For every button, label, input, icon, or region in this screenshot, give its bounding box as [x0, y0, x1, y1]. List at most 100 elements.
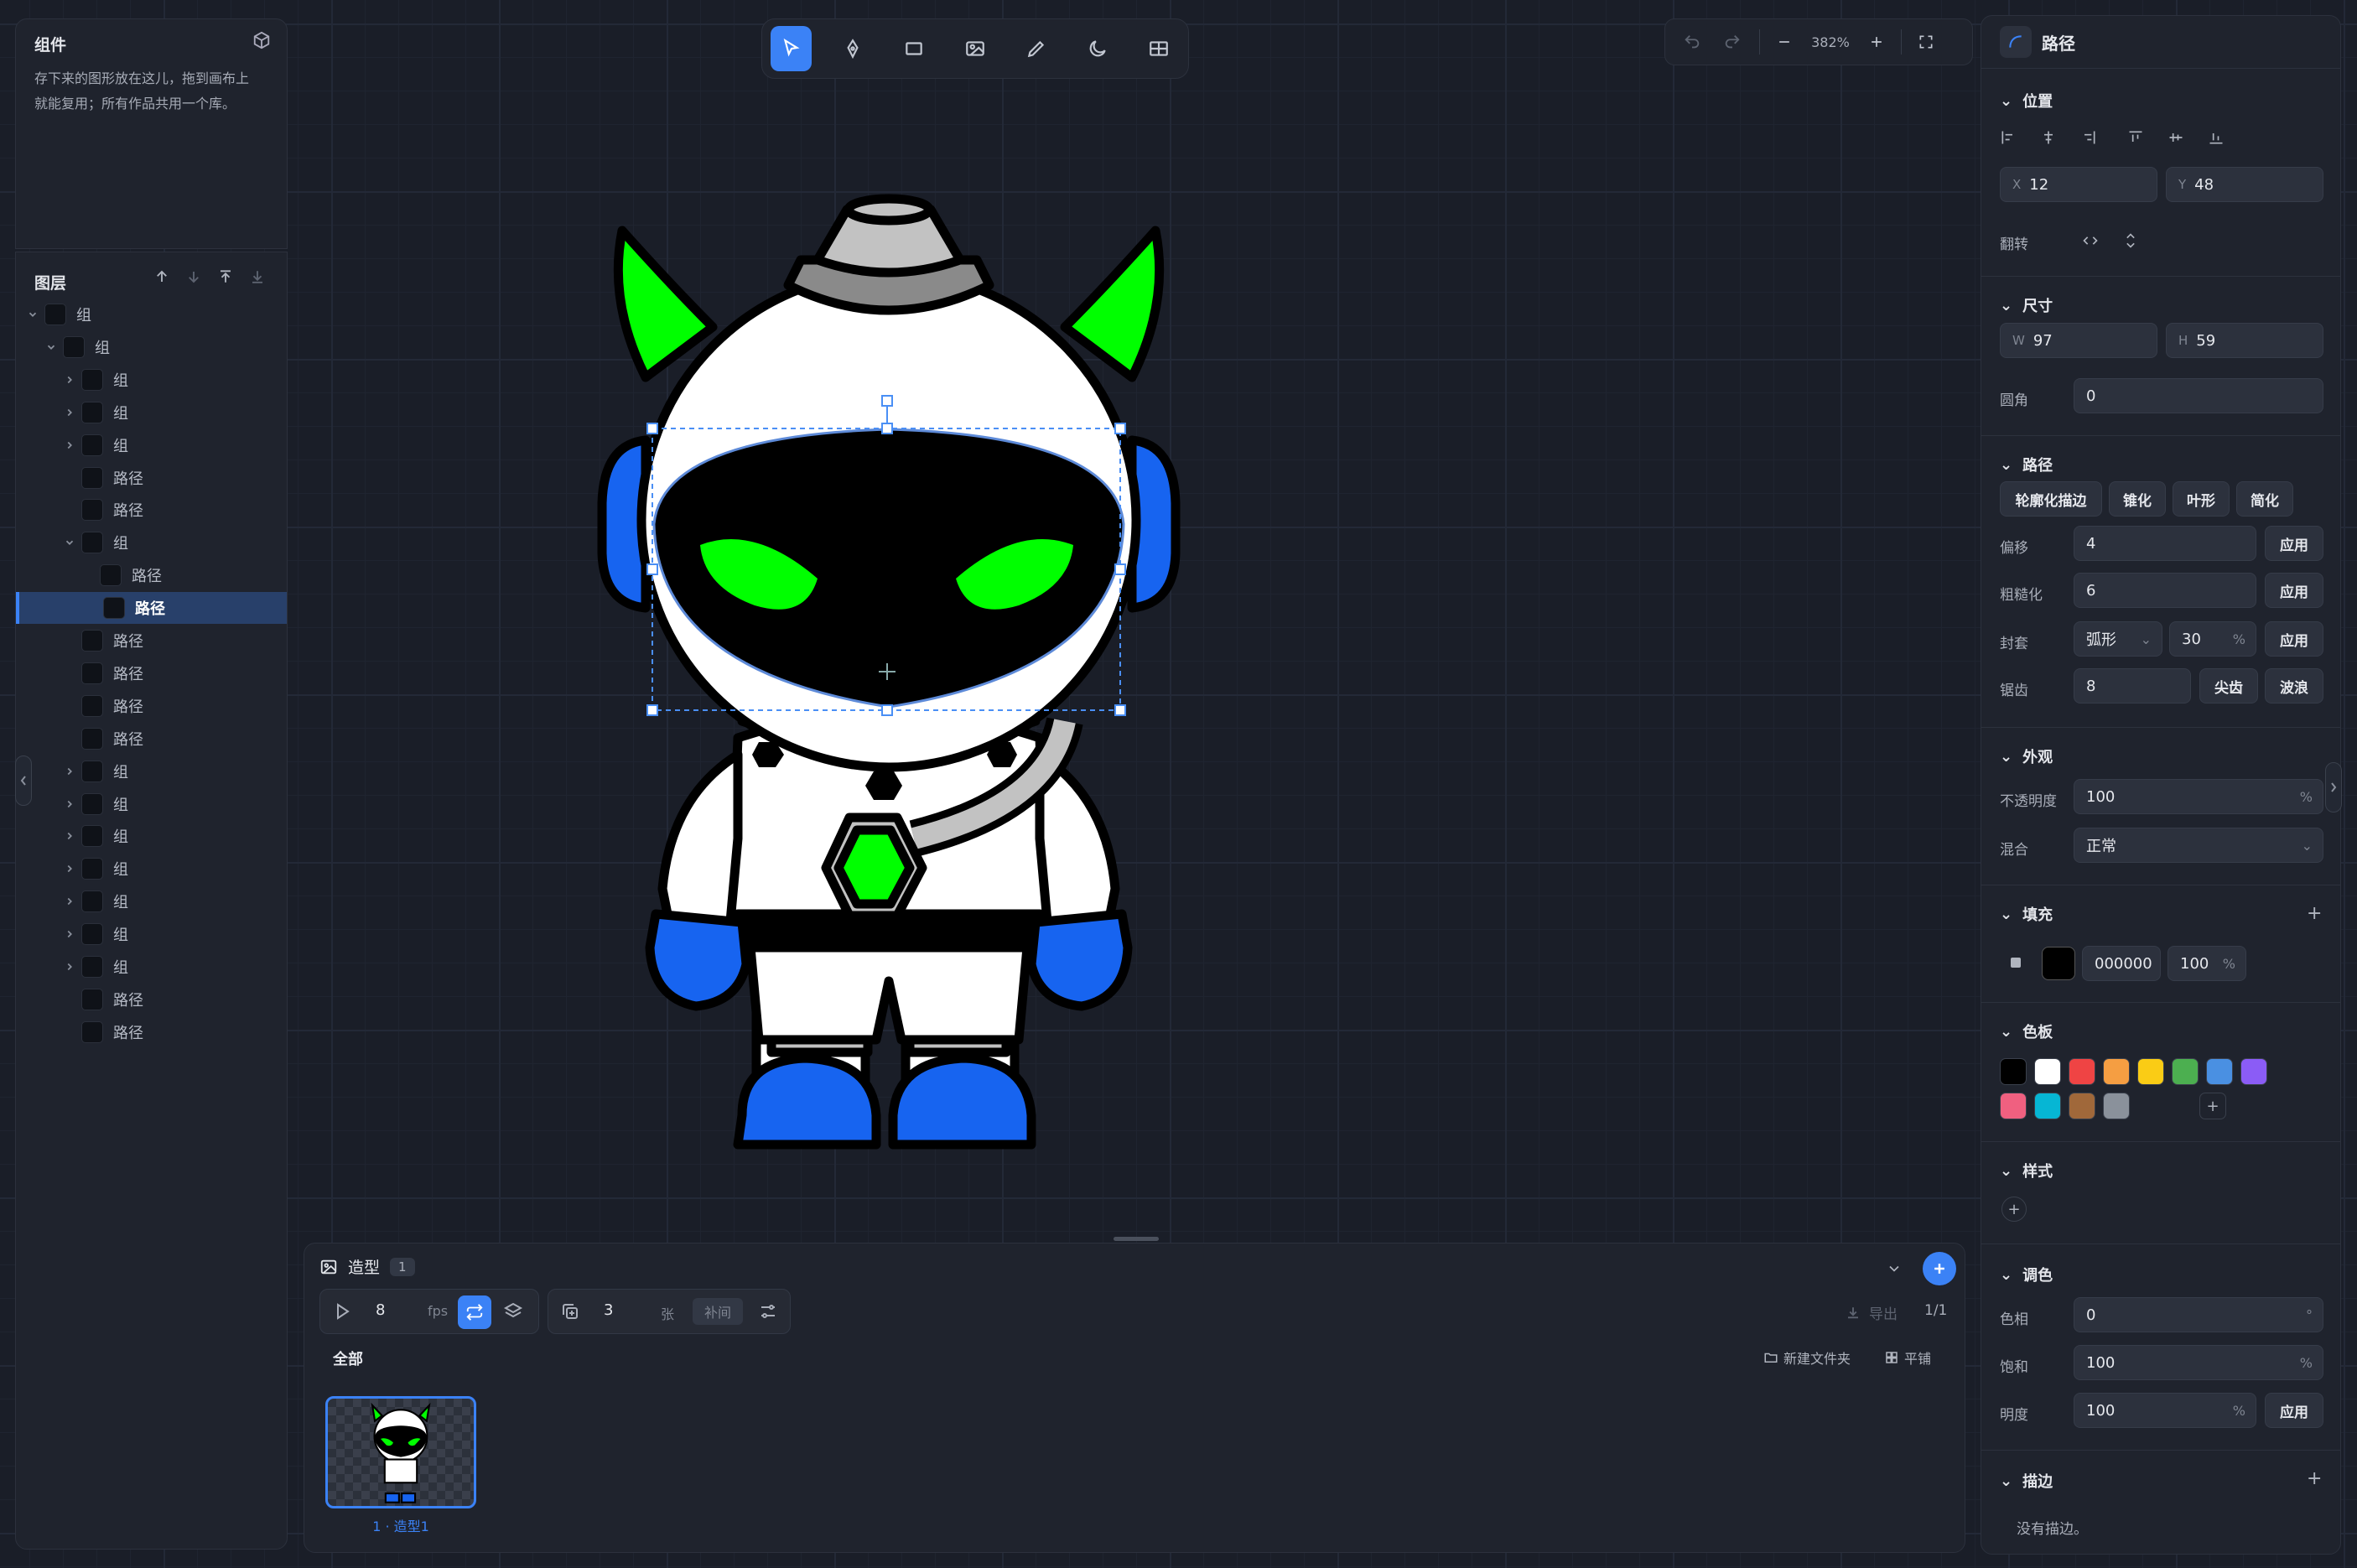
layer-row[interactable]: 组	[16, 951, 287, 983]
align-bottom-icon[interactable]	[2208, 129, 2225, 146]
w-field[interactable]: W 97	[2000, 323, 2157, 358]
palette-swatch[interactable]	[2137, 1058, 2164, 1085]
expand-chevron-icon[interactable]	[63, 471, 76, 485]
layer-row[interactable]: 组	[16, 331, 287, 363]
layer-row[interactable]: 路径	[16, 984, 287, 1015]
tone-section[interactable]: ⌄ 调色	[2000, 1264, 2053, 1285]
send-back-icon[interactable]	[250, 269, 265, 284]
play-icon[interactable]	[332, 1301, 352, 1321]
onion-skin-icon[interactable]	[503, 1301, 523, 1321]
fill-visibility-icon[interactable]	[2011, 958, 2021, 968]
palette-swatch[interactable]	[2103, 1093, 2130, 1119]
pencil-tool[interactable]	[1016, 26, 1057, 71]
layer-row[interactable]: 路径	[16, 657, 287, 689]
tone-apply-button[interactable]: 应用	[2265, 1393, 2323, 1428]
envelope-amount[interactable]: 30%	[2169, 621, 2256, 657]
palette-swatch[interactable]	[2240, 1058, 2267, 1085]
leaf-button[interactable]: 叶形	[2173, 481, 2230, 517]
sharp-teeth-button[interactable]: 尖齿	[2199, 668, 2258, 704]
expand-chevron-icon[interactable]	[63, 699, 76, 713]
expand-chevron-icon[interactable]	[63, 373, 76, 387]
rough-field[interactable]: 6	[2074, 573, 2256, 608]
rough-apply-button[interactable]: 应用	[2265, 573, 2323, 608]
expand-chevron-icon[interactable]	[63, 1025, 76, 1039]
simplify-button[interactable]: 简化	[2236, 481, 2293, 517]
layer-row[interactable]: 路径	[16, 494, 287, 526]
pen-tool[interactable]	[832, 26, 873, 71]
tween-button[interactable]: 补间	[693, 1298, 743, 1325]
stroke-section[interactable]: ⌄ 描边	[2000, 1470, 2053, 1492]
saturation-field[interactable]: 100%	[2074, 1345, 2323, 1380]
layer-row[interactable]: 组	[16, 299, 287, 330]
fps-value[interactable]: 8	[376, 1301, 385, 1319]
envelope-apply-button[interactable]: 应用	[2265, 621, 2323, 657]
outline-stroke-button[interactable]: 轮廓化描边	[2000, 481, 2102, 517]
zoom-out-icon[interactable]	[1772, 34, 1797, 50]
resize-handle[interactable]	[1114, 1237, 1159, 1241]
wave-button[interactable]: 波浪	[2265, 668, 2323, 704]
loop-icon[interactable]	[458, 1295, 491, 1329]
bring-front-icon[interactable]	[218, 269, 233, 284]
cube-icon[interactable]	[252, 31, 271, 49]
move-up-icon[interactable]	[154, 269, 169, 284]
layer-row[interactable]: 组	[16, 788, 287, 820]
lightness-field[interactable]: 100%	[2074, 1393, 2256, 1428]
position-section[interactable]: ⌄ 位置	[2000, 90, 2053, 112]
teeth-field[interactable]: 8	[2074, 668, 2191, 704]
add-costume-button[interactable]	[1923, 1252, 1956, 1285]
redo-icon[interactable]	[1717, 33, 1747, 51]
settings-sliders-icon[interactable]	[758, 1301, 778, 1321]
fill-hex-field[interactable]: 000000	[2082, 946, 2161, 981]
expand-chevron-icon[interactable]	[81, 569, 95, 582]
path-section[interactable]: ⌄ 路径	[2000, 454, 2053, 475]
size-section[interactable]: ⌄ 尺寸	[2000, 294, 2053, 316]
expand-chevron-icon[interactable]	[63, 927, 76, 941]
layer-row[interactable]: 组	[16, 820, 287, 852]
layer-row[interactable]: 路径	[16, 592, 287, 625]
h-field[interactable]: H 59	[2166, 323, 2323, 358]
align-right-icon[interactable]	[2080, 129, 2097, 146]
expand-chevron-icon[interactable]	[26, 308, 39, 321]
layer-row[interactable]: 组	[16, 429, 287, 461]
fill-color-swatch[interactable]	[2042, 947, 2075, 980]
export-icon[interactable]	[1846, 1306, 1861, 1321]
palette-swatch[interactable]	[2000, 1093, 2027, 1119]
moon-tool[interactable]	[1077, 26, 1119, 71]
expand-chevron-icon[interactable]	[63, 667, 76, 680]
style-section[interactable]: ⌄ 样式	[2000, 1160, 2053, 1181]
x-field[interactable]: X 12	[2000, 167, 2157, 202]
expand-chevron-icon[interactable]	[63, 829, 76, 843]
align-vcenter-icon[interactable]	[2168, 129, 2184, 146]
expand-chevron-icon[interactable]	[44, 340, 58, 354]
hue-field[interactable]: 0 °	[2074, 1297, 2323, 1332]
frames-value[interactable]: 3	[604, 1301, 613, 1319]
palette-swatch[interactable]	[2034, 1058, 2061, 1085]
appearance-section[interactable]: ⌄ 外观	[2000, 745, 2053, 767]
taper-button[interactable]: 锥化	[2109, 481, 2166, 517]
layer-row[interactable]: 路径	[16, 625, 287, 657]
layer-row[interactable]: 路径	[16, 690, 287, 722]
expand-chevron-icon[interactable]	[85, 601, 98, 615]
layer-row[interactable]: 组	[16, 885, 287, 917]
duplicate-icon[interactable]	[560, 1301, 580, 1321]
radius-field[interactable]: 0	[2074, 378, 2323, 413]
expand-chevron-icon[interactable]	[63, 732, 76, 745]
select-tool[interactable]	[771, 26, 812, 71]
layer-row[interactable]: 组	[16, 397, 287, 428]
layer-row[interactable]: 路径	[16, 559, 287, 591]
new-folder-group[interactable]: 新建文件夹	[1763, 1347, 1851, 1368]
table-tool[interactable]	[1139, 26, 1180, 71]
image-tool[interactable]	[954, 26, 995, 71]
costume-thumbnail[interactable]	[325, 1396, 476, 1508]
zoom-level[interactable]: 382%	[1797, 34, 1864, 50]
add-swatch-icon[interactable]: +	[2199, 1093, 2226, 1119]
y-field[interactable]: Y 48	[2166, 167, 2323, 202]
palette-section[interactable]: ⌄ 色板	[2000, 1020, 2053, 1042]
tile-group[interactable]: 平铺	[1884, 1347, 1931, 1368]
expand-chevron-icon[interactable]	[63, 536, 76, 549]
blend-select[interactable]: 正常 ⌄	[2074, 828, 2323, 863]
opacity-field[interactable]: 100%	[2074, 779, 2323, 814]
fullscreen-icon[interactable]	[1913, 34, 1939, 50]
add-style-icon[interactable]: +	[2001, 1197, 2027, 1222]
expand-chevron-icon[interactable]	[63, 503, 76, 517]
